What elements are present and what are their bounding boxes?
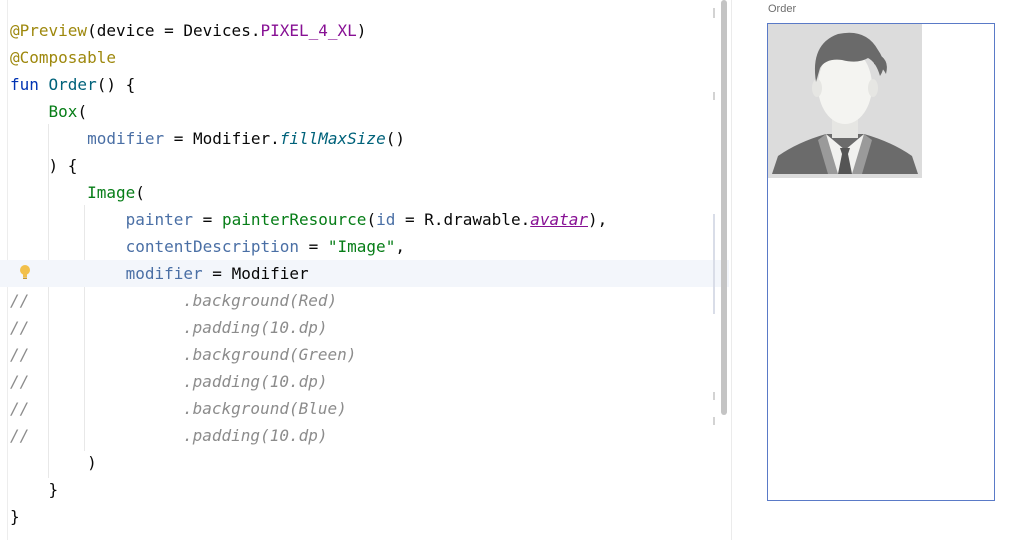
code-token: = [202,264,232,283]
code-line[interactable]: // .padding(10.dp) [0,422,712,449]
commented-code: .padding(10.dp) [183,426,328,445]
device-frame[interactable] [767,23,995,501]
code-text: contentDescription = "Image", [10,233,405,260]
code-line[interactable]: ) { [0,152,712,179]
commented-code: .padding(10.dp) [183,318,328,337]
code-text: Box( [10,98,88,125]
code-token: avatar [530,210,588,229]
lightbulb-icon[interactable] [18,264,32,280]
code-token: Order [48,75,97,94]
comment-marker: // [10,345,30,364]
code-text: @Preview(device = Devices.PIXEL_4_XL) [10,17,366,44]
code-line[interactable]: ) [0,449,712,476]
code-line[interactable]: // .background(Red) [0,287,712,314]
comment-marker: // [10,399,30,418]
code-editor[interactable]: @Preview(device = Devices.PIXEL_4_XL) @Co… [0,0,731,540]
code-token: (device = Devices. [87,21,261,40]
code-token: PIXEL_4_XL [260,21,357,40]
code-token: ) [356,21,367,40]
code-text: } [10,476,59,503]
code-token: "Image" [327,237,396,256]
code-token: Box [48,102,78,121]
code-token: = R.drawable. [395,210,531,229]
code-token: = [298,237,328,256]
code-token: () { [96,75,136,94]
code-line[interactable]: // .padding(10.dp) [0,314,712,341]
code-token: ( [77,102,88,121]
code-line[interactable]: // .background(Green) [0,341,712,368]
code-token: painter [125,210,194,229]
code-line[interactable]: Box( [0,98,712,125]
code-token: id [376,210,396,229]
scroll-marker [713,417,715,425]
code-token: modifier [125,264,203,283]
code-token: Image [87,183,136,202]
code-token: } [10,480,59,499]
code-token: , [395,237,405,256]
commented-code: .background(Blue) [183,399,347,418]
code-text: Image( [10,179,145,206]
code-text: ) { [10,152,78,179]
code-line[interactable]: contentDescription = "Image", [0,233,712,260]
scrollbar-thumb[interactable] [721,0,727,415]
commented-code: .padding(10.dp) [183,372,328,391]
scroll-marker [713,92,715,100]
code-token: @Composable [10,48,116,67]
code-line[interactable]: @Preview(device = Devices.PIXEL_4_XL) [0,17,712,44]
code-line[interactable]: // .padding(10.dp) [0,368,712,395]
code-token: = [164,129,194,148]
commented-code: .background(Green) [183,345,357,364]
comment-marker: // [10,426,30,445]
comment-marker: // [10,372,30,391]
code-text: fun Order() { [10,71,135,98]
code-line[interactable]: } [0,503,712,530]
ide-window: @Preview(device = Devices.PIXEL_4_XL) @Co… [0,0,1030,540]
code-line[interactable]: modifier = Modifier [0,260,729,287]
code-token: = [193,210,222,229]
code-token: @Preview [10,21,88,40]
scroll-marker [713,392,715,400]
code-line[interactable]: modifier = Modifier.fillMaxSize() [0,125,712,152]
code-text: @Composable [10,44,116,71]
code-token: ), [588,210,608,229]
code-token: Modifier [231,264,309,283]
code-token: ( [135,183,145,202]
compose-preview-panel: Order [732,0,1030,540]
code-token: ( [366,210,377,229]
code-line[interactable]: // .background(Blue) [0,395,712,422]
code-text: } [10,503,20,530]
code-line[interactable]: @Composable [0,44,712,71]
code-line[interactable]: Image( [0,179,712,206]
code-text: modifier = Modifier [10,260,309,287]
code-token: modifier [87,129,165,148]
code-token: ) { [10,156,78,175]
preview-title[interactable]: Order [768,3,796,15]
code-text: ) [10,449,97,476]
code-token: fun [10,75,49,94]
code-token: } [10,507,20,526]
code-token: contentDescription [125,237,299,256]
code-line[interactable]: fun Order() { [0,71,712,98]
scroll-marker [713,214,715,314]
commented-code: .background(Red) [183,291,338,310]
code-token: ) [10,453,97,472]
comment-marker: // [10,291,30,310]
avatar-icon [768,24,922,178]
code-line[interactable]: painter = painterResource(id = R.drawabl… [0,206,712,233]
code-text: modifier = Modifier.fillMaxSize() [10,125,405,152]
scroll-marker [713,8,715,18]
code-line[interactable]: } [0,476,712,503]
code-token: () [385,129,405,148]
code-token: painterResource [221,210,367,229]
avatar-image [768,24,922,178]
comment-marker: // [10,318,30,337]
code-text: painter = painterResource(id = R.drawabl… [10,206,608,233]
code-token: Modifier. [193,129,280,148]
code-token: fillMaxSize [279,129,386,148]
